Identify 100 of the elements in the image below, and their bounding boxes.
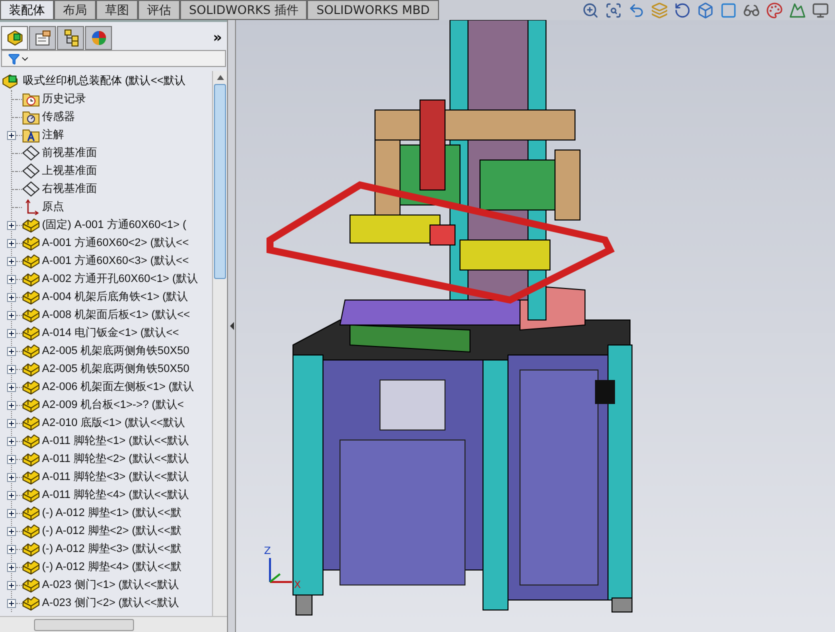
expand-plus-icon[interactable]: [7, 328, 16, 338]
tree-item[interactable]: A-008 机架面后板<1> (默认<<: [22, 306, 190, 324]
expand-plus-icon[interactable]: [7, 490, 16, 500]
tree-item[interactable]: A-011 脚轮垫<1> (默认<<默认: [22, 432, 190, 450]
command-tab[interactable]: 装配体: [0, 0, 54, 20]
expand-plus-icon[interactable]: [7, 130, 16, 140]
panel-tab[interactable]: [29, 26, 56, 50]
expand-plus-icon[interactable]: [7, 508, 16, 518]
property-sheet-icon: [34, 29, 52, 47]
tree-item[interactable]: A-001 方通60X60<3> (默认<<: [22, 252, 189, 270]
tree-item[interactable]: (-) A-012 脚垫<3> (默认<<默: [22, 540, 182, 558]
history-folder-icon: [22, 91, 40, 107]
part-block-icon: [22, 379, 40, 395]
part-block-icon: [22, 397, 40, 413]
tree-item[interactable]: A-014 电门钣金<1> (默认<<: [22, 324, 179, 342]
expand-plus-icon[interactable]: [7, 364, 16, 374]
expand-plus-icon[interactable]: [7, 454, 16, 464]
tree-item[interactable]: 历史记录: [22, 90, 86, 108]
panel-tab[interactable]: [57, 26, 84, 50]
tree-item[interactable]: 传感器: [22, 108, 75, 126]
part-block-icon: [22, 433, 40, 449]
part-block-icon: [22, 325, 40, 341]
more-tabs-button[interactable]: »: [212, 28, 226, 48]
expand-plus-icon[interactable]: [7, 292, 16, 302]
plane-icon: [22, 163, 40, 179]
tree-item[interactable]: 前视基准面: [22, 144, 97, 162]
tree-item[interactable]: A-002 方通开孔60X60<1> (默认: [22, 270, 198, 288]
assembly-icon: [6, 29, 24, 47]
expand-plus-icon[interactable]: [7, 400, 16, 410]
part-block-icon: [22, 523, 40, 539]
part-block-icon: [22, 253, 40, 269]
part-block-icon: [22, 271, 40, 287]
graphics-viewport[interactable]: Z X: [236, 20, 835, 632]
part-block-icon: [22, 505, 40, 521]
zoom-area-icon[interactable]: [605, 2, 622, 18]
expand-plus-icon[interactable]: [7, 598, 16, 608]
command-tab[interactable]: 布局: [54, 0, 96, 20]
command-tab[interactable]: SOLIDWORKS MBD: [307, 0, 439, 20]
tree-item[interactable]: A-011 脚轮垫<4> (默认<<默认: [22, 486, 190, 504]
filter-icon[interactable]: [8, 52, 20, 64]
expand-plus-icon[interactable]: [7, 274, 16, 284]
tree-item[interactable]: A2-009 机台板<1>->? (默认<: [22, 396, 184, 414]
tree-item[interactable]: 右视基准面: [22, 180, 97, 198]
part-block-icon: [22, 541, 40, 557]
expand-plus-icon[interactable]: [7, 310, 16, 320]
expand-plus-icon[interactable]: [7, 526, 16, 536]
expand-plus-icon[interactable]: [7, 382, 16, 392]
tree-item[interactable]: A-011 脚轮垫<2> (默认<<默认: [22, 450, 190, 468]
scrollbar-thumb[interactable]: [214, 84, 226, 279]
tree-item[interactable]: A-023 侧门<2> (默认<<默认: [22, 594, 179, 612]
tree-item[interactable]: A2-006 机架面左侧板<1> (默认: [22, 378, 194, 396]
expand-plus-icon[interactable]: [7, 418, 16, 428]
tree-item[interactable]: A-004 机架后底角铁<1> (默认: [22, 288, 188, 306]
scene-icon[interactable]: [789, 2, 806, 18]
expand-plus-icon[interactable]: [7, 472, 16, 482]
tree-item[interactable]: 原点: [22, 198, 64, 216]
expand-plus-icon[interactable]: [7, 238, 16, 248]
part-block-icon: [22, 289, 40, 305]
tree-item[interactable]: A-011 脚轮垫<3> (默认<<默认: [22, 468, 190, 486]
expand-plus-icon[interactable]: [7, 580, 16, 590]
expand-plus-icon[interactable]: [7, 220, 16, 230]
assembly-icon: [2, 73, 20, 89]
plane-icon: [22, 145, 40, 161]
tree-item[interactable]: A2-005 机架底两侧角铁50X50: [22, 342, 190, 360]
expand-plus-icon[interactable]: [7, 346, 16, 356]
plane-icon: [22, 181, 40, 197]
tree-item[interactable]: (固定) A-001 方通60X60<1> (: [22, 216, 186, 234]
expand-plus-icon[interactable]: [7, 436, 16, 446]
tree-item[interactable]: (-) A-012 脚垫<2> (默认<<默: [22, 522, 182, 540]
tree-item[interactable]: A2-010 底版<1> (默认<<默认: [22, 414, 186, 432]
tree-item[interactable]: A-001 方通60X60<2> (默认<<: [22, 234, 189, 252]
tree-item[interactable]: (-) A-012 脚垫<4> (默认<<默: [22, 558, 182, 576]
part-block-icon: [22, 577, 40, 593]
tree-item[interactable]: 注解: [22, 126, 64, 144]
part-block-icon: [22, 307, 40, 323]
part-block-icon: [22, 361, 40, 377]
scrollbar-thumb[interactable]: [34, 618, 134, 630]
configuration-tree-icon: [62, 29, 80, 47]
expand-plus-icon[interactable]: [7, 256, 16, 266]
tree-item[interactable]: A2-005 机架底两侧角铁50X50: [22, 360, 190, 378]
scroll-up-arrow-icon[interactable]: [216, 75, 224, 80]
expand-plus-icon[interactable]: [7, 562, 16, 572]
axis-label: X: [294, 580, 301, 591]
command-tab[interactable]: SOLIDWORKS 插件: [180, 0, 308, 20]
horizontal-scrollbar[interactable]: [0, 616, 227, 632]
command-tab[interactable]: 评估: [138, 0, 180, 20]
tree-item[interactable]: A-023 侧门<1> (默认<<默认: [22, 576, 179, 594]
tree-item[interactable]: (-) A-012 脚垫<1> (默认<<默: [22, 504, 182, 522]
part-block-icon: [22, 415, 40, 431]
axis-triad-drawing: [269, 558, 292, 583]
command-tab[interactable]: 草图: [96, 0, 138, 20]
vertical-scrollbar[interactable]: [212, 71, 227, 616]
rotate-icon[interactable]: [674, 2, 691, 18]
expand-plus-icon[interactable]: [7, 544, 16, 554]
view-orientation-icon[interactable]: [697, 2, 714, 18]
panel-tab[interactable]: [1, 26, 28, 50]
tree-item[interactable]: 吸式丝印机总装配体 (默认<<默认: [0, 72, 212, 90]
appearance-icon[interactable]: [766, 2, 783, 18]
axis-label: Z: [264, 546, 271, 557]
tree-item[interactable]: 上视基准面: [22, 162, 97, 180]
